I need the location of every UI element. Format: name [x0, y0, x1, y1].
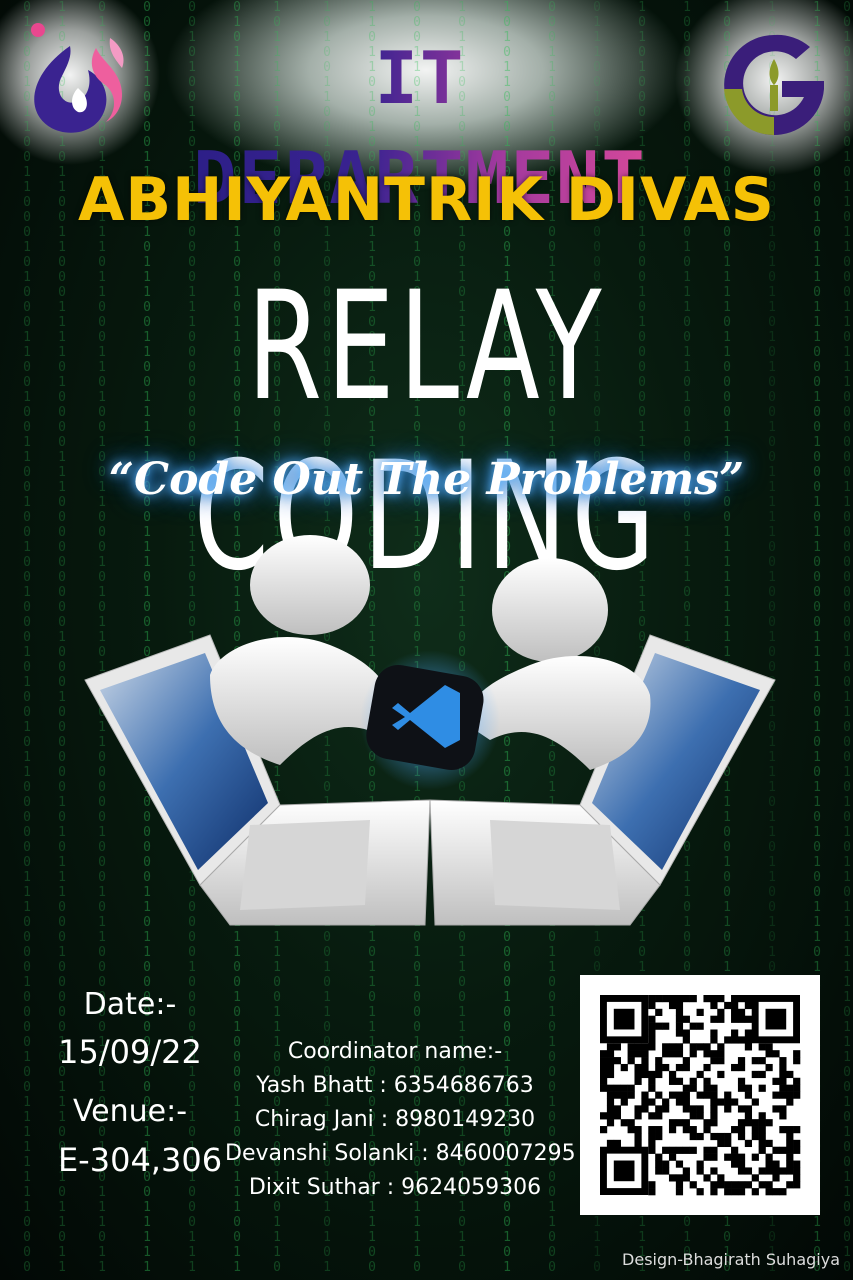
qr-code-icon[interactable]: [580, 975, 820, 1215]
design-credit: Design-Bhagirath Suhagiya: [622, 1250, 840, 1269]
venue-value: E-304,306: [57, 1141, 223, 1179]
flame-logo-icon: [31, 23, 124, 133]
coordinator-list: Coordinator name:- Yash Bhatt : 63546867…: [225, 1035, 576, 1205]
coordinator-title: Coordinator name:-: [287, 1039, 503, 1064]
tagline: “Code Out The Problems”: [108, 454, 745, 505]
vscode-icon: [360, 650, 500, 790]
date-value: 15/09/22: [58, 1033, 202, 1071]
poster: 0100010110011000101000110010011001001001…: [0, 0, 853, 1280]
venue-label: Venue:-: [72, 1094, 188, 1129]
event-name: ABHIYANTRIK DIVAS: [77, 165, 776, 235]
g-logo-icon: [724, 34, 824, 136]
coordinator-item: Devanshi Solanki : 8460007295: [225, 1141, 576, 1166]
laptops-figures-illustration: [84, 535, 776, 926]
coordinator-item: Yash Bhatt : 6354686763: [256, 1073, 534, 1098]
date-label: Date:-: [83, 987, 177, 1022]
coordinator-item: Dixit Suthar : 9624059306: [248, 1175, 542, 1200]
coordinator-item: Chirag Jani : 8980149230: [254, 1107, 536, 1132]
